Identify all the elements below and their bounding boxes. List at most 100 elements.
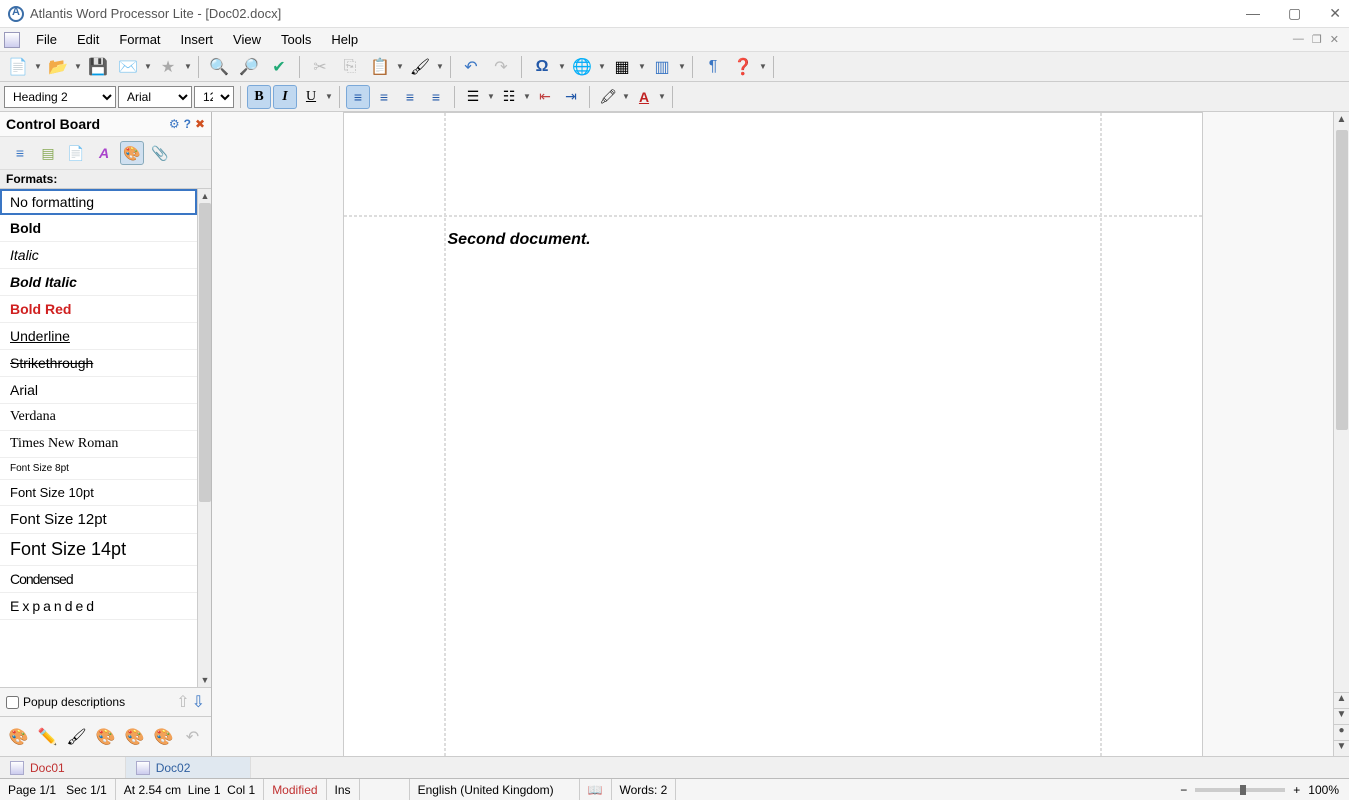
- document-scroll[interactable]: Second document.: [212, 112, 1333, 756]
- cb-tab-5[interactable]: 🎨: [120, 141, 144, 165]
- bullets-button[interactable]: ☰: [461, 85, 485, 109]
- font-color-dropdown[interactable]: ▼: [658, 92, 666, 101]
- doctab-doc01[interactable]: Doc01: [0, 757, 126, 778]
- document-text[interactable]: Second document.: [448, 231, 1102, 249]
- vscroll-prev-icon[interactable]: ▲: [1334, 692, 1349, 708]
- table-button[interactable]: ▦: [608, 54, 636, 80]
- close-button[interactable]: ✕: [1329, 5, 1341, 22]
- highlight-button[interactable]: 🖍: [596, 85, 620, 109]
- palette-tool-1[interactable]: 🎨: [8, 726, 29, 748]
- cb-tab-6[interactable]: 📎: [148, 141, 172, 165]
- status-modified[interactable]: Modified: [264, 779, 326, 800]
- spellcheck-button[interactable]: ✔: [265, 54, 293, 80]
- mdi-close-button[interactable]: ✕: [1330, 33, 1339, 46]
- zoom-in-button[interactable]: +: [1293, 783, 1300, 797]
- format-item[interactable]: Bold Red: [0, 296, 197, 323]
- hyperlink-button[interactable]: 🌐: [568, 54, 596, 80]
- scroll-thumb[interactable]: [199, 203, 211, 502]
- copy-button[interactable]: ⎘: [336, 54, 364, 80]
- align-justify-button[interactable]: ≡: [424, 85, 448, 109]
- format-item[interactable]: Expanded: [0, 593, 197, 620]
- help-button[interactable]: ❓: [729, 54, 757, 80]
- paste-button[interactable]: 📋: [366, 54, 394, 80]
- bullets-dropdown[interactable]: ▼: [487, 92, 495, 101]
- redo-button[interactable]: ↷: [487, 54, 515, 80]
- status-ins[interactable]: Ins: [327, 779, 360, 800]
- columns-button[interactable]: ▥: [648, 54, 676, 80]
- fontsize-select[interactable]: 12: [194, 86, 234, 108]
- close-panel-icon[interactable]: ✖: [195, 117, 205, 131]
- print-preview-button[interactable]: 🔎: [235, 54, 263, 80]
- highlight-dropdown[interactable]: ▼: [622, 92, 630, 101]
- doctab-doc02[interactable]: Doc02: [126, 757, 252, 778]
- vertical-scrollbar[interactable]: ▲ ▲ ▼ ● ▼: [1333, 112, 1349, 756]
- undo-tool[interactable]: ↶: [182, 726, 203, 748]
- symbol-dropdown[interactable]: ▼: [558, 62, 566, 71]
- style-select[interactable]: Heading 2: [4, 86, 116, 108]
- vscroll-thumb[interactable]: [1336, 130, 1348, 430]
- open-dropdown[interactable]: ▼: [74, 62, 82, 71]
- scroll-up-icon[interactable]: ▲: [198, 189, 211, 203]
- format-item[interactable]: Verdana: [0, 404, 197, 431]
- cb-tab-2[interactable]: ▤: [36, 141, 60, 165]
- menu-format[interactable]: Format: [109, 29, 170, 50]
- find-button[interactable]: 🔍: [205, 54, 233, 80]
- popup-descriptions-checkbox[interactable]: Popup descriptions: [6, 695, 125, 709]
- format-item[interactable]: Font Size 12pt: [0, 506, 197, 534]
- formats-scrollbar[interactable]: ▲ ▼: [197, 189, 211, 687]
- undo-button[interactable]: ↶: [457, 54, 485, 80]
- format-item[interactable]: Underline: [0, 323, 197, 350]
- font-color-button[interactable]: A: [632, 85, 656, 109]
- format-item[interactable]: Arial: [0, 377, 197, 404]
- cut-button[interactable]: ✂: [306, 54, 334, 80]
- columns-dropdown[interactable]: ▼: [678, 62, 686, 71]
- zoom-level[interactable]: 100%: [1308, 783, 1339, 797]
- status-words[interactable]: Words: 2: [612, 779, 677, 800]
- new-doc-dropdown[interactable]: ▼: [34, 62, 42, 71]
- format-item[interactable]: Strikethrough: [0, 350, 197, 377]
- move-up-icon[interactable]: ⇧: [176, 692, 189, 712]
- format-item[interactable]: Font Size 14pt: [0, 534, 197, 566]
- format-item[interactable]: No formatting: [0, 189, 197, 215]
- align-center-button[interactable]: ≡: [372, 85, 396, 109]
- help-icon[interactable]: ?: [184, 117, 191, 131]
- maximize-button[interactable]: ▢: [1288, 5, 1301, 22]
- cb-tab-4[interactable]: A: [92, 141, 116, 165]
- open-button[interactable]: 📂: [44, 54, 72, 80]
- decrease-indent-button[interactable]: ⇤: [533, 85, 557, 109]
- format-item[interactable]: Font Size 10pt: [0, 480, 197, 506]
- format-painter-dropdown[interactable]: ▼: [436, 62, 444, 71]
- pencil-tool[interactable]: ✏️: [37, 726, 58, 748]
- pilcrow-button[interactable]: ¶: [699, 54, 727, 80]
- menu-tools[interactable]: Tools: [271, 29, 321, 50]
- vscroll-down-icon[interactable]: ▼: [1334, 708, 1349, 724]
- align-right-button[interactable]: ≡: [398, 85, 422, 109]
- format-item[interactable]: Times New Roman: [0, 431, 197, 458]
- status-position[interactable]: At 2.54 cm Line 1 Col 1: [116, 779, 264, 800]
- font-select[interactable]: Arial: [118, 86, 192, 108]
- save-button[interactable]: 💾: [84, 54, 112, 80]
- bold-button[interactable]: B: [247, 85, 271, 109]
- help-dropdown[interactable]: ▼: [759, 62, 767, 71]
- palette-tool-2[interactable]: 🖌: [66, 726, 87, 748]
- email-dropdown[interactable]: ▼: [144, 62, 152, 71]
- email-button[interactable]: ✉️: [114, 54, 142, 80]
- palette-delete-tool[interactable]: 🎨: [95, 726, 116, 748]
- increase-indent-button[interactable]: ⇥: [559, 85, 583, 109]
- scroll-down-icon[interactable]: ▼: [198, 673, 211, 687]
- status-language[interactable]: English (United Kingdom): [410, 779, 580, 800]
- format-painter-button[interactable]: 🖌: [406, 54, 434, 80]
- status-book-icon[interactable]: 📖: [580, 779, 612, 800]
- paste-dropdown[interactable]: ▼: [396, 62, 404, 71]
- status-page[interactable]: Page 1/1 Sec 1/1: [0, 779, 116, 800]
- numbering-button[interactable]: ☷: [497, 85, 521, 109]
- vscroll-up-icon[interactable]: ▲: [1334, 112, 1349, 128]
- italic-button[interactable]: I: [273, 85, 297, 109]
- table-dropdown[interactable]: ▼: [638, 62, 646, 71]
- popup-checkbox-input[interactable]: [6, 696, 19, 709]
- settings-icon[interactable]: ⚙: [169, 117, 180, 131]
- menu-file[interactable]: File: [26, 29, 67, 50]
- cb-tab-3[interactable]: 📄: [64, 141, 88, 165]
- menu-help[interactable]: Help: [321, 29, 368, 50]
- align-left-button[interactable]: ≡: [346, 85, 370, 109]
